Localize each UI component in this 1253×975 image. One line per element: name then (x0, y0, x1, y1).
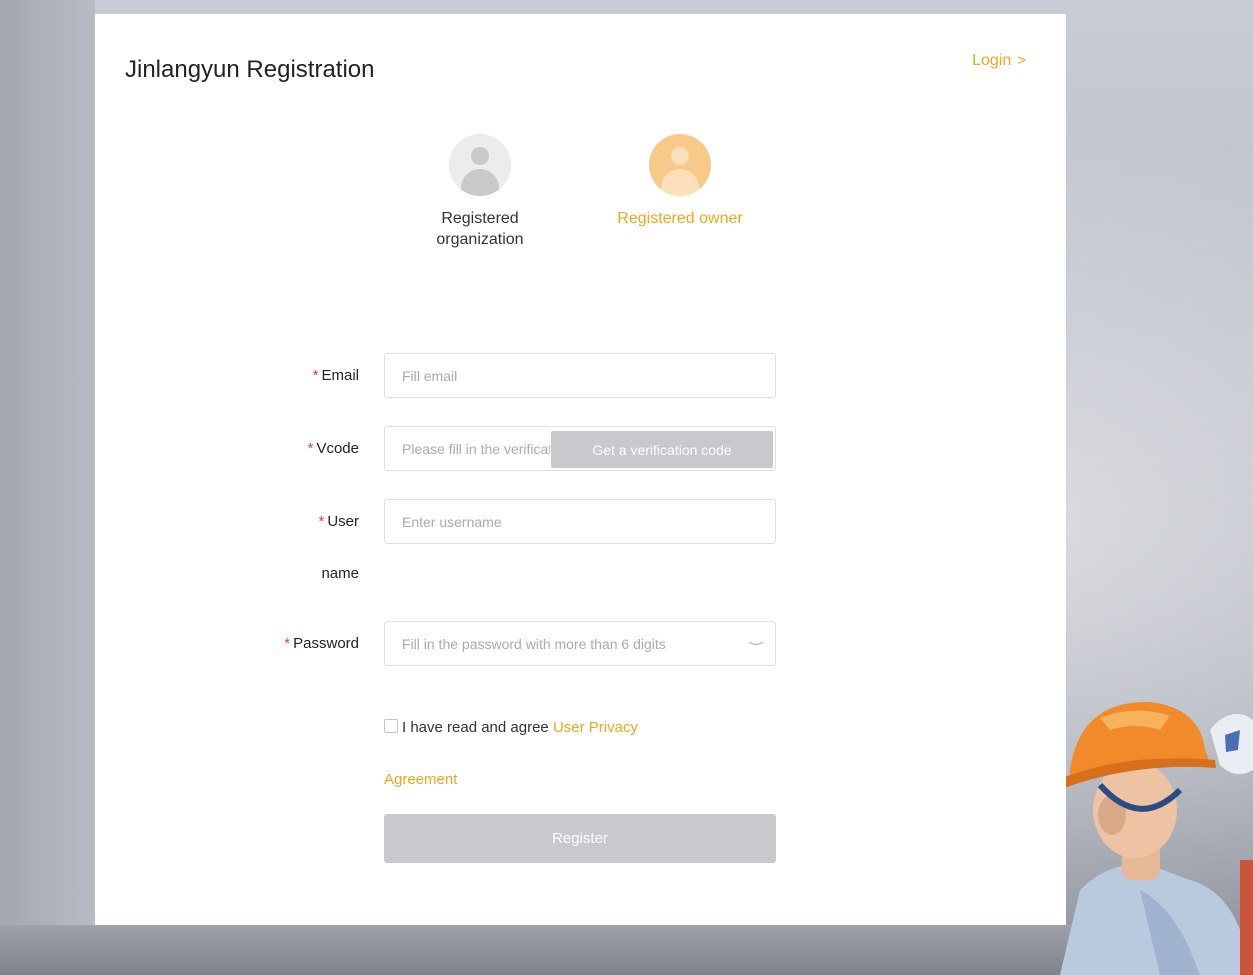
email-label: * Email (312, 367, 359, 384)
email-field-box (384, 353, 776, 398)
user-avatar-icon (649, 134, 711, 196)
chevron-right-icon: > (1017, 52, 1026, 69)
get-verification-code-button[interactable]: Get a verification code (551, 431, 773, 468)
role-label-organization: Registered organization (436, 210, 524, 248)
username-field-box (384, 499, 776, 544)
password-label: * Password (284, 635, 359, 652)
worker-illustration (1060, 701, 1253, 975)
role-label-owner: Registered owner (617, 210, 743, 227)
agreement-text: I have read and agree (402, 719, 549, 736)
eye-closed-icon[interactable] (747, 634, 765, 652)
username-label: * User name (318, 513, 359, 582)
vcode-field[interactable] (385, 427, 550, 470)
password-field-box (384, 621, 776, 666)
role-option-owner[interactable]: Registered owner (595, 134, 765, 229)
page-title: Jinlangyun Registration (125, 56, 375, 83)
registration-card: Jinlangyun Registration Login > Registere… (95, 14, 1066, 925)
password-field[interactable] (385, 622, 745, 665)
vcode-label: * Vcode (307, 440, 359, 457)
email-field[interactable] (385, 354, 773, 397)
required-mark: * (318, 513, 325, 530)
agreement-checkbox[interactable] (384, 719, 398, 733)
required-mark: * (312, 367, 319, 384)
register-button[interactable]: Register (384, 814, 776, 863)
vcode-field-box: Get a verification code (384, 426, 776, 471)
login-link-label: Login (972, 52, 1012, 69)
required-mark: * (284, 635, 291, 652)
agreement-row: I have read and agree User Privacy Agree… (384, 702, 714, 806)
required-mark: * (307, 440, 314, 457)
user-avatar-icon (449, 134, 511, 196)
login-link[interactable]: Login > (972, 52, 1026, 70)
username-field[interactable] (385, 500, 773, 543)
role-option-organization[interactable]: Registered organization (410, 134, 550, 250)
